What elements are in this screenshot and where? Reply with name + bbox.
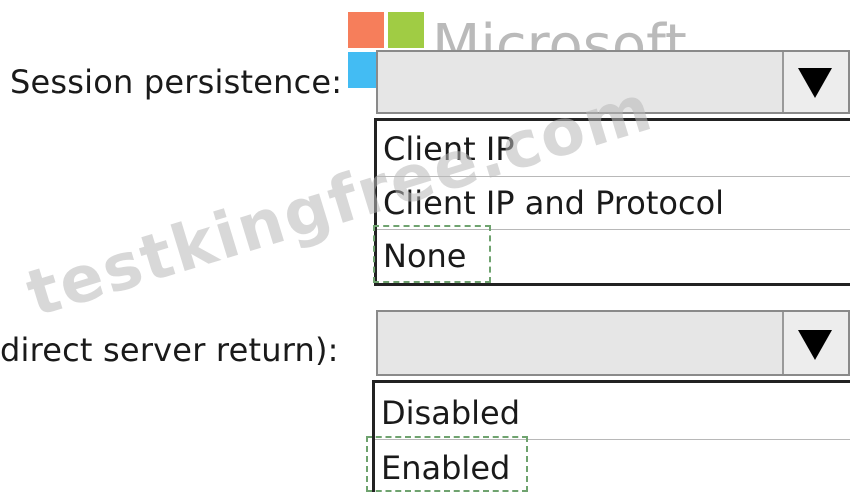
chevron-down-icon [798,68,832,98]
option-label: Disabled [381,394,521,432]
floating-ip-label: direct server return): [0,331,339,369]
session-persistence-label: Session persistence: [10,63,343,101]
floating-ip-dropdown[interactable] [376,310,850,376]
floating-ip-option-disabled[interactable]: Disabled [375,383,850,439]
floating-ip-options-list: Disabled Enabled [372,380,850,492]
chevron-down-icon [798,330,832,360]
option-label: None [383,237,467,275]
session-persistence-option-none[interactable]: None [377,229,850,283]
floating-ip-dropdown-button[interactable] [782,312,848,374]
session-persistence-dropdown-button[interactable] [782,52,848,112]
floating-ip-option-enabled[interactable]: Enabled [375,439,850,493]
option-label: Enabled [381,449,511,487]
